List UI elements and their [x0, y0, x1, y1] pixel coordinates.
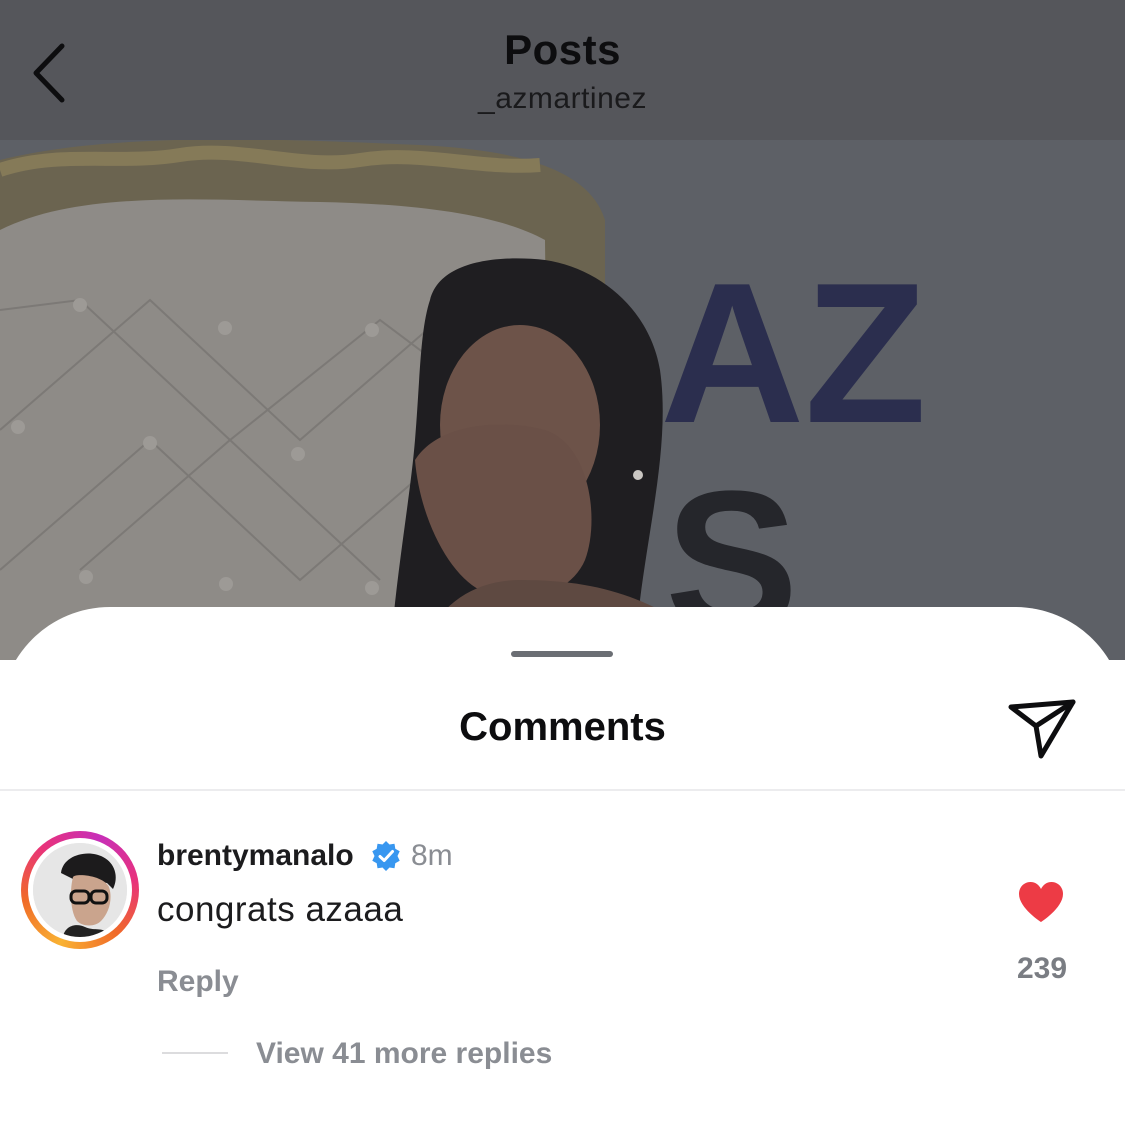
- share-button[interactable]: [1004, 691, 1080, 767]
- comment-username[interactable]: brentymanalo: [157, 839, 354, 873]
- post-photo: AZ S: [0, 140, 1125, 660]
- top-header: Posts _azmartinez: [0, 0, 1125, 140]
- send-icon: [1008, 699, 1076, 759]
- avatar[interactable]: [21, 831, 139, 949]
- comment-timestamp: 8m: [411, 839, 453, 872]
- like-count: 239: [1016, 952, 1068, 985]
- post-author-username[interactable]: _azmartinez: [0, 82, 1125, 116]
- heart-icon: [1019, 882, 1063, 922]
- avatar-image: [33, 843, 127, 937]
- comments-title: Comments: [459, 705, 666, 749]
- comment-text: congrats azaaa: [157, 890, 404, 929]
- comments-sheet: Comments brentymanalo 8m congrats azaaa …: [0, 607, 1125, 1147]
- sheet-divider: [0, 789, 1125, 791]
- reply-button[interactable]: Reply: [157, 965, 239, 999]
- sign-text-az: AZ: [660, 242, 927, 465]
- page-title: Posts: [504, 26, 621, 73]
- verified-badge-icon: [372, 841, 400, 871]
- replies-connector-line: [162, 1052, 228, 1054]
- like-button[interactable]: [1012, 873, 1070, 931]
- sheet-grabber-handle[interactable]: [511, 651, 613, 657]
- view-more-replies-button[interactable]: View 41 more replies: [256, 1037, 552, 1071]
